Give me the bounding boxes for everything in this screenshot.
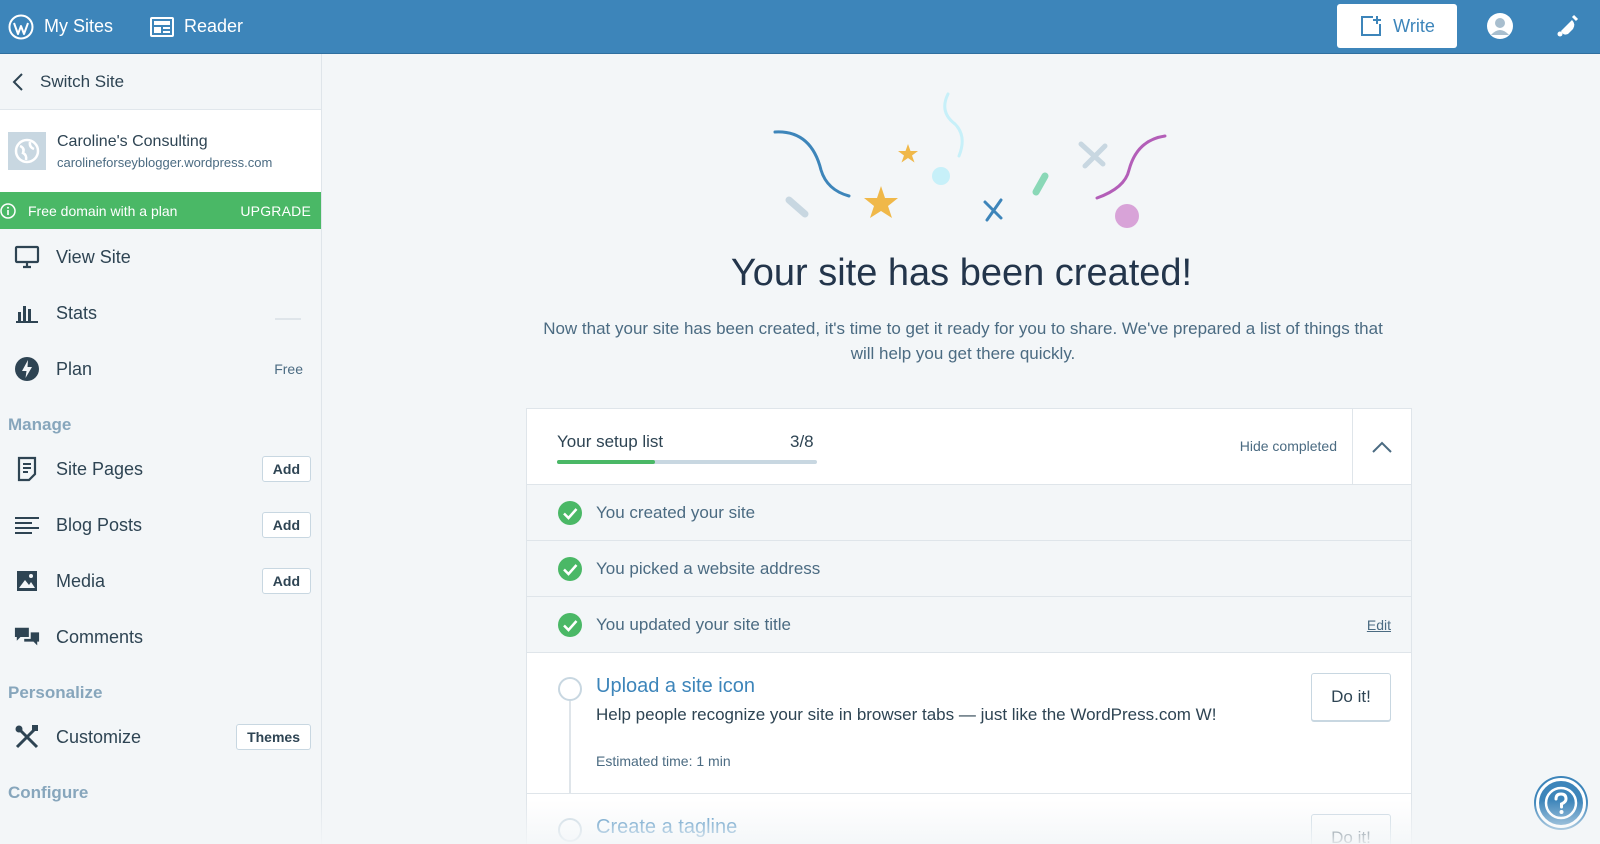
task-title[interactable]: Upload a site icon [596, 675, 755, 698]
sidebar-item-label: View Site [56, 246, 131, 267]
setup-progress-bar [557, 460, 817, 464]
tools-icon [14, 724, 40, 750]
sidebar-item-label: Comments [56, 626, 144, 647]
help-button[interactable] [1536, 778, 1586, 828]
avatar-icon[interactable] [1486, 12, 1514, 40]
task-text: You created your site [596, 502, 756, 522]
task-pending-circle [558, 677, 582, 701]
checklist-header: Your setup list 3/8 Hide completed [527, 409, 1411, 485]
task-completed: You created your site [527, 485, 1411, 541]
sidebar-item-comments[interactable]: Comments [0, 609, 321, 665]
current-site-card[interactable]: Caroline's Consulting carolineforseyblog… [0, 110, 321, 192]
comments-icon [14, 624, 40, 650]
sidebar-item-label: Media [56, 570, 106, 591]
add-page-button[interactable]: Add [261, 456, 311, 482]
stats-sparkline [275, 318, 301, 320]
task-description: Help people recognize your site in brows… [596, 705, 1217, 724]
upgrade-link[interactable]: UPGRADE [240, 203, 311, 219]
sidebar-item-stats[interactable]: Stats [0, 285, 321, 341]
task-title[interactable]: Create a tagline [596, 816, 737, 839]
my-sites-label: My Sites [44, 16, 114, 36]
section-heading-personalize: Personalize [8, 683, 103, 702]
sidebar-item-label: Site Pages [56, 458, 144, 479]
write-button[interactable]: Write [1337, 4, 1457, 48]
task-connector-line [569, 701, 571, 794]
site-url: carolineforseyblogger.wordpress.com [57, 154, 273, 170]
section-heading-manage: Manage [8, 415, 72, 434]
do-it-button[interactable]: Do it! [1311, 673, 1391, 721]
sidebar-item-blog-posts[interactable]: Blog Posts Add [0, 497, 321, 553]
task-text: You picked a website address [596, 558, 821, 578]
switch-site-button[interactable]: Switch Site [0, 54, 321, 110]
page-title: Your site has been created! [730, 252, 1193, 294]
reader-icon [150, 16, 174, 37]
my-sites-button[interactable]: My Sites [8, 0, 113, 53]
reader-label: Reader [184, 16, 244, 36]
themes-button[interactable]: Themes [236, 724, 311, 750]
sidebar-item-plan[interactable]: Plan Free [0, 341, 321, 397]
sidebar-item-label: Blog Posts [56, 514, 143, 535]
reader-button[interactable]: Reader [150, 0, 243, 53]
plan-bolt-icon [14, 356, 40, 382]
hide-completed-toggle[interactable]: Hide completed [1240, 438, 1337, 454]
image-icon [14, 568, 40, 594]
setup-list-count: 3/8 [790, 432, 814, 451]
masterbar: My Sites Reader Write [0, 0, 1600, 54]
task-create-tagline: Create a tagline Do it! [527, 794, 1411, 844]
globe-icon [14, 138, 40, 164]
main-content: Your site has been created! Now that you… [323, 54, 1600, 844]
write-icon [1361, 16, 1382, 36]
site-name: Caroline's Consulting [57, 132, 208, 150]
sidebar-item-customize[interactable]: Customize Themes [0, 709, 321, 765]
task-pending-circle [558, 818, 582, 842]
checkmark-circle-icon [558, 612, 582, 637]
switch-site-label: Switch Site [40, 71, 125, 91]
sidebar-item-site-pages[interactable]: Site Pages Add [0, 441, 321, 497]
task-text: You updated your site title [596, 614, 792, 634]
setup-checklist-card: Your setup list 3/8 Hide completed You c… [526, 408, 1412, 844]
edit-site-title-link[interactable]: Edit [1367, 617, 1391, 633]
chevron-left-icon [12, 72, 23, 91]
checkmark-circle-icon [558, 500, 582, 525]
add-post-button[interactable]: Add [261, 512, 311, 538]
task-completed: You updated your site title Edit [527, 597, 1411, 653]
info-icon [0, 202, 16, 219]
help-question-icon [1544, 786, 1578, 820]
sidebar: Switch Site Caroline's Consulting caroli… [0, 54, 322, 844]
do-it-button[interactable]: Do it! [1311, 814, 1391, 844]
wordpress-logo-icon [8, 14, 34, 39]
write-label: Write [1393, 15, 1435, 36]
sidebar-item-label: Stats [56, 302, 98, 323]
bar-chart-icon [14, 300, 40, 326]
posts-icon [14, 512, 40, 538]
notifications-bell-icon[interactable] [1553, 12, 1581, 40]
upgrade-nudge[interactable]: Free domain with a plan UPGRADE [0, 192, 321, 229]
setup-progress-fill [557, 460, 655, 464]
setup-list-label: Your setup list [557, 432, 664, 451]
task-upload-site-icon: Upload a site icon Help people recognize… [527, 653, 1411, 794]
site-thumbnail [8, 132, 46, 170]
task-completed: You picked a website address [527, 541, 1411, 597]
chevron-up-icon [1372, 441, 1392, 453]
sidebar-item-media[interactable]: Media Add [0, 553, 321, 609]
page-subtitle: Now that your site has been created, it'… [543, 319, 1383, 363]
add-media-button[interactable]: Add [261, 568, 311, 594]
sidebar-item-label: Plan [56, 358, 93, 379]
confetti-illustration [773, 92, 1167, 228]
section-heading-configure: Configure [8, 783, 89, 802]
checkmark-circle-icon [558, 556, 582, 581]
task-estimated-time: Estimated time: 1 min [596, 753, 731, 769]
sidebar-item-label: Customize [56, 726, 142, 747]
plan-value: Free [274, 361, 303, 377]
page-icon [14, 456, 40, 482]
monitor-icon [14, 244, 40, 270]
sidebar-item-view-site[interactable]: View Site [0, 229, 321, 285]
upgrade-text: Free domain with a plan [28, 202, 178, 219]
collapse-checklist-button[interactable] [1352, 409, 1411, 484]
